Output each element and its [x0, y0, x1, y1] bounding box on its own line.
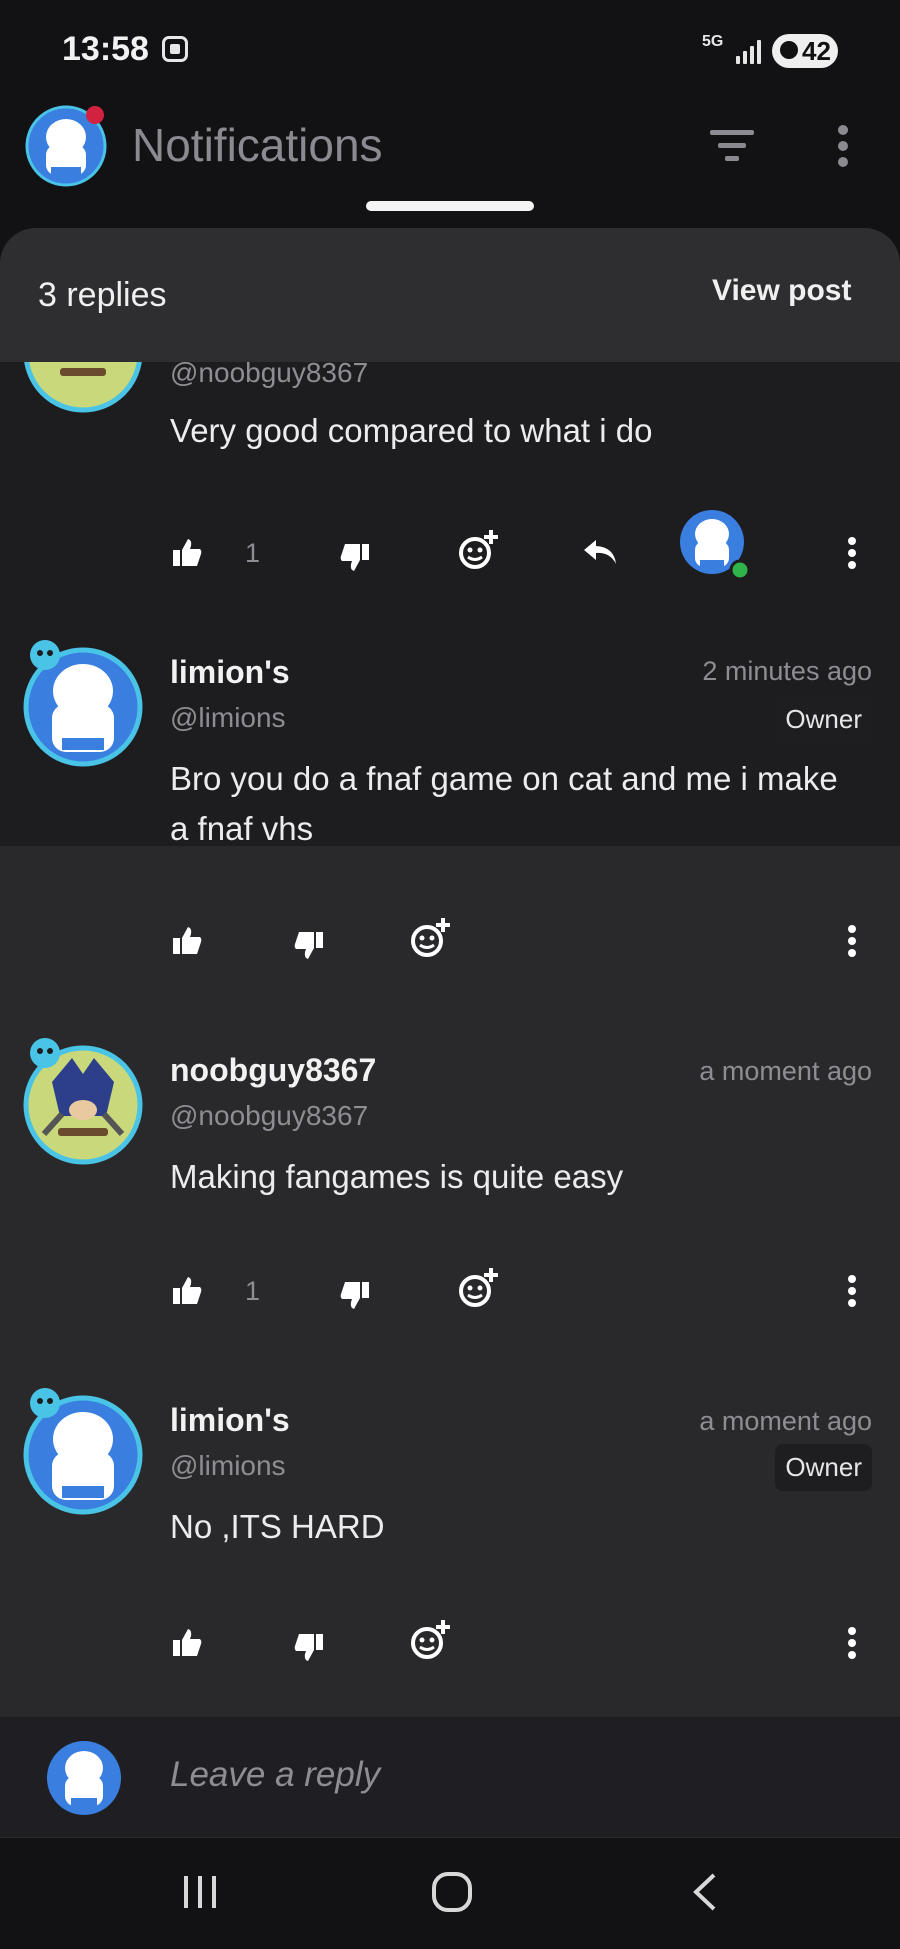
battery-indicator: 42: [772, 34, 838, 68]
reply-time: a moment ago: [699, 1406, 872, 1436]
sheet-header: 3 replies View post: [0, 228, 900, 362]
reply-text: Bro you do a fnaf game on cat and me i m…: [170, 760, 838, 847]
reply-arrow-icon[interactable]: [582, 538, 618, 566]
more-options-icon[interactable]: [836, 124, 850, 168]
like-count: 1: [245, 538, 261, 568]
reply-handle: @noobguy8367: [170, 1100, 369, 1131]
post-author-avatar[interactable]: [678, 508, 750, 580]
thumbs-up-icon[interactable]: [172, 1628, 202, 1658]
more-vertical-icon[interactable]: [846, 536, 858, 570]
thumbs-down-icon[interactable]: [294, 930, 324, 960]
reply-composer[interactable]: [0, 1717, 900, 1837]
badge-icon: [30, 640, 60, 670]
reply-text: No ,ITS HARD: [170, 1508, 385, 1545]
recents-icon[interactable]: [180, 1872, 220, 1912]
reply-time: 2 minutes ago: [702, 656, 872, 686]
power-saving-icon: [780, 41, 798, 59]
more-vertical-icon[interactable]: [846, 1626, 858, 1660]
reply-time: a moment ago: [699, 1056, 872, 1086]
screenshot-icon: [162, 36, 188, 62]
badge-icon: [30, 1388, 60, 1418]
reply-item: noobguy8367 a moment ago @noobguy8367 Ma…: [0, 1016, 900, 1346]
filter-icon[interactable]: [710, 128, 754, 162]
network-type: 5G: [702, 33, 724, 50]
reply-author-name[interactable]: limion's: [170, 1402, 290, 1439]
comment-text: Very good compared to what i do: [170, 412, 653, 449]
add-emoji-icon[interactable]: [410, 916, 452, 958]
thumbs-down-icon[interactable]: [340, 1280, 370, 1310]
battery-level: 42: [802, 36, 831, 66]
replies-count: 3 replies: [38, 276, 167, 314]
my-avatar: [47, 1741, 121, 1815]
reply-item: limion's 2 minutes ago @limions Owner Br…: [0, 618, 900, 998]
thumbs-up-icon[interactable]: [172, 1276, 202, 1306]
add-emoji-icon[interactable]: [458, 528, 500, 570]
thumbs-down-icon[interactable]: [340, 542, 370, 572]
thumbs-down-icon[interactable]: [294, 1632, 324, 1662]
reply-author-name[interactable]: noobguy8367: [170, 1052, 376, 1089]
thumbs-up-icon[interactable]: [172, 538, 202, 568]
owner-badge: Owner: [775, 696, 872, 743]
view-post-button[interactable]: View post: [712, 274, 851, 308]
like-count: 1: [245, 1276, 261, 1306]
home-icon[interactable]: [430, 1870, 474, 1914]
add-emoji-icon[interactable]: [458, 1266, 500, 1308]
sheet-drag-handle[interactable]: [366, 201, 534, 211]
owner-badge: Owner: [775, 1444, 872, 1491]
add-emoji-icon[interactable]: [410, 1618, 452, 1660]
more-vertical-icon[interactable]: [846, 924, 858, 958]
reply-input[interactable]: Leave a reply: [170, 1755, 380, 1795]
reply-handle: @limions: [170, 1450, 286, 1481]
reply-item: limion's a moment ago @limions Owner No …: [0, 1366, 900, 1716]
back-icon[interactable]: [690, 1872, 720, 1912]
signal-icon: [736, 40, 764, 64]
thumbs-up-icon[interactable]: [172, 926, 202, 956]
reply-author-name[interactable]: limion's: [170, 654, 290, 691]
replies-sheet: 3 replies View post @noobguy8367 Very go…: [0, 228, 900, 1838]
profile-avatar-button[interactable]: [25, 105, 107, 187]
badge-icon: [30, 1038, 60, 1068]
status-time: 13:58: [62, 30, 149, 68]
page-title: Notifications: [132, 119, 383, 171]
reply-text: Making fangames is quite easy: [170, 1158, 624, 1195]
reply-handle: @limions: [170, 702, 286, 733]
more-vertical-icon[interactable]: [846, 1274, 858, 1308]
